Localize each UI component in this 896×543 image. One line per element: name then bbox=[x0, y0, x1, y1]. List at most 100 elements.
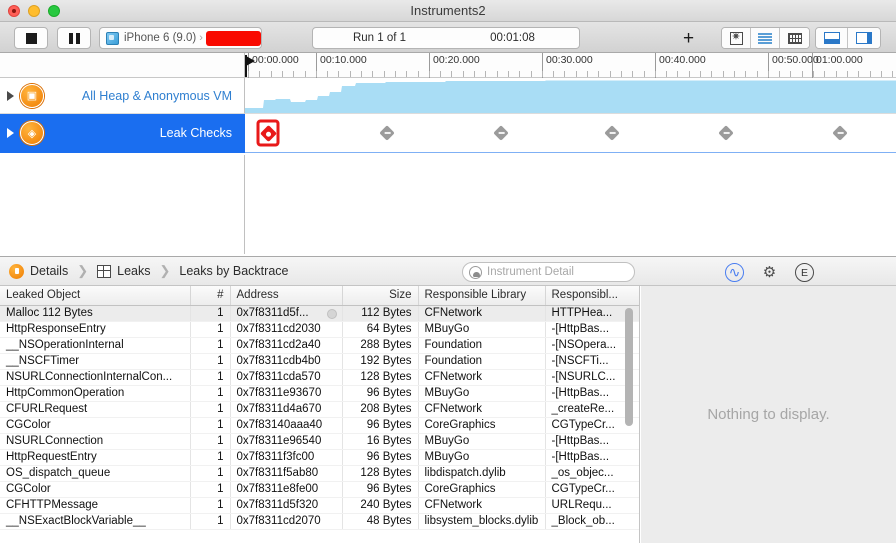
cell-frame: -[HttpBas... bbox=[545, 449, 639, 466]
cell-object: NSURLConnectionInternalCon... bbox=[0, 369, 191, 386]
breadcrumb-leaks-by-backtrace[interactable]: Leaks by Backtrace bbox=[179, 264, 288, 278]
leak-check-marker[interactable] bbox=[832, 125, 848, 141]
instrument-settings-button[interactable] bbox=[722, 28, 751, 48]
device-name: iPhone 6 (9.0) bbox=[124, 32, 197, 44]
breadcrumb-leaks[interactable]: Leaks bbox=[117, 264, 150, 278]
instrument-detail-search[interactable] bbox=[462, 262, 641, 282]
target-selector[interactable]: iPhone 6 (9.0) › bbox=[99, 27, 262, 49]
table-row[interactable]: NSURLConnectionInternalCon... 1 0x7f8311cd… bbox=[0, 369, 639, 386]
table-row[interactable]: Malloc 112 Bytes 1 0x7f8311d5f... 112 Bytes… bbox=[0, 305, 639, 322]
breadcrumb-details[interactable]: Details bbox=[30, 264, 68, 278]
cell-object: CFURLRequest bbox=[0, 401, 191, 418]
ruler-tick-minor bbox=[440, 71, 442, 77]
table-row[interactable]: CFURLRequest 1 0x7f8311d4a670 208 Bytes CFNe… bbox=[0, 401, 639, 418]
disclosure-triangle-icon[interactable] bbox=[7, 90, 14, 101]
ruler-tick-label: 00:40.000 bbox=[659, 54, 706, 66]
bottom-panel-icon bbox=[823, 32, 840, 44]
cell-object: HttpCommonOperation bbox=[0, 385, 191, 402]
search-input[interactable] bbox=[487, 266, 641, 278]
column-header-address[interactable]: Address bbox=[230, 286, 343, 306]
cell-object: CGColor bbox=[0, 481, 191, 498]
column-header-object[interactable]: Leaked Object bbox=[0, 286, 191, 306]
leak-check-marker[interactable] bbox=[379, 125, 395, 141]
leaks-table-container[interactable]: Leaked Object # Address Size Responsible Lib… bbox=[0, 286, 640, 543]
cell-frame: _os_objec... bbox=[545, 465, 639, 482]
cell-object: HttpRequestEntry bbox=[0, 449, 191, 466]
cell-size: 128 Bytes bbox=[342, 369, 419, 386]
table-row[interactable]: CGColor 1 0x7f83140aaa40 96 Bytes CoreGraphi… bbox=[0, 417, 639, 434]
table-row[interactable]: HttpRequestEntry 1 0x7f8311f3fc00 96 Bytes M… bbox=[0, 449, 639, 466]
cell-library: MBuyGo bbox=[418, 321, 546, 338]
breadcrumb: Details ❯ Leaks ❯ Leaks by Backtrace bbox=[0, 263, 288, 279]
cell-library: CFNetwork bbox=[418, 369, 546, 386]
ruler-tick-minor bbox=[485, 71, 487, 77]
heap-graph-lane[interactable] bbox=[245, 78, 896, 114]
pause-icon bbox=[68, 32, 80, 44]
ruler-tick-minor bbox=[361, 71, 362, 77]
leak-detected-marker[interactable] bbox=[256, 119, 280, 147]
track-header-leaks[interactable]: ◈ Leak Checks bbox=[0, 114, 245, 153]
track-row-leaks[interactable]: ◈ Leak Checks bbox=[0, 114, 896, 153]
list-view-button[interactable] bbox=[751, 28, 780, 48]
cell-size: 128 Bytes bbox=[342, 465, 419, 482]
playhead-flag-icon bbox=[246, 56, 255, 66]
leak-checks-lane[interactable] bbox=[245, 114, 896, 153]
column-header-frame[interactable]: Responsibl... bbox=[545, 286, 639, 306]
cell-size: 192 Bytes bbox=[342, 353, 419, 370]
ruler-tick-label: 00:30.000 bbox=[546, 54, 593, 66]
table-row[interactable]: __NSOperationInternal 1 0x7f8311cd2a40 288 … bbox=[0, 337, 639, 354]
run-status-field: Run 1 of 1 00:01:08 bbox=[312, 27, 580, 49]
add-instrument-button[interactable]: + bbox=[672, 27, 705, 49]
table-row[interactable]: NSURLConnection 1 0x7f8311e96540 16 Bytes MB… bbox=[0, 433, 639, 450]
track-row-heap[interactable]: ▣ All Heap & Anonymous VM bbox=[0, 78, 896, 114]
column-header-count[interactable]: # bbox=[190, 286, 231, 306]
ruler-tick-minor bbox=[790, 71, 792, 77]
leak-check-marker[interactable] bbox=[493, 125, 509, 141]
cell-count: 1 bbox=[190, 385, 231, 402]
ruler-tick-minor bbox=[688, 71, 690, 77]
table-row[interactable]: OS_dispatch_queue 1 0x7f8311f5ab80 128 Byte… bbox=[0, 465, 639, 482]
playhead-marker[interactable] bbox=[245, 55, 259, 77]
ruler-tick-minor bbox=[643, 71, 645, 77]
cell-size: 96 Bytes bbox=[342, 385, 419, 402]
statistics-icon[interactable] bbox=[725, 263, 744, 282]
column-header-size[interactable]: Size bbox=[342, 286, 419, 306]
cell-address: 0x7f8311f5ab80 bbox=[230, 465, 343, 482]
track-header-heap[interactable]: ▣ All Heap & Anonymous VM bbox=[0, 78, 245, 114]
toggle-bottom-panel-button[interactable] bbox=[816, 28, 848, 48]
detail-grid-button[interactable] bbox=[780, 28, 809, 48]
table-row[interactable]: CFHTTPMessage 1 0x7f8311d5f320 240 Bytes CFN… bbox=[0, 497, 639, 514]
ruler-tick-minor bbox=[293, 71, 295, 77]
toggle-right-panel-button[interactable] bbox=[848, 28, 880, 48]
ruler-tick-minor bbox=[666, 71, 668, 77]
pause-button[interactable] bbox=[57, 27, 91, 49]
extended-detail-icon[interactable]: E bbox=[795, 263, 814, 282]
ruler-tick-minor bbox=[270, 71, 272, 77]
table-row[interactable]: __NSExactBlockVariable__ 1 0x7f8311cd2070 4… bbox=[0, 513, 639, 530]
column-header-library[interactable]: Responsible Library bbox=[418, 286, 546, 306]
panel-toggle-segment bbox=[815, 27, 881, 49]
cell-library: CoreGraphics bbox=[418, 417, 546, 434]
track-label-leaks: Leak Checks bbox=[159, 126, 232, 140]
empty-track-sidebar bbox=[0, 155, 245, 254]
address-detail-icon[interactable] bbox=[326, 308, 337, 319]
table-row[interactable]: HttpResponseEntry 1 0x7f8311cd2030 64 Bytes… bbox=[0, 321, 639, 338]
timeline-ruler[interactable]: 00:00.000 00:10.000 00:20.000 00:30.000 00:4… bbox=[0, 53, 896, 78]
cell-size: 96 Bytes bbox=[342, 449, 419, 466]
table-row[interactable]: __NSCFTimer 1 0x7f8311cdb4b0 192 Bytes Found… bbox=[0, 353, 639, 370]
ruler-tick-minor bbox=[496, 71, 498, 77]
record-stop-button[interactable] bbox=[14, 27, 48, 49]
leak-check-marker[interactable] bbox=[718, 125, 734, 141]
cell-object: __NSCFTimer bbox=[0, 353, 191, 370]
cell-size: 48 Bytes bbox=[342, 513, 419, 530]
leak-check-marker[interactable] bbox=[604, 125, 620, 141]
disclosure-triangle-icon[interactable] bbox=[7, 128, 14, 138]
table-row[interactable]: CGColor 1 0x7f8311e8fe00 96 Bytes CoreGraphi… bbox=[0, 481, 639, 498]
cell-address: 0x7f8311cd2030 bbox=[230, 321, 343, 338]
table-row[interactable]: HttpCommonOperation 1 0x7f8311e93670 96 Byt… bbox=[0, 385, 639, 402]
vertical-scrollbar[interactable] bbox=[625, 308, 633, 426]
cell-size: 64 Bytes bbox=[342, 321, 419, 338]
gear-icon[interactable]: ⚙ bbox=[760, 263, 779, 282]
ruler-tick-minor bbox=[394, 71, 396, 77]
cell-library: CFNetwork bbox=[418, 497, 546, 514]
